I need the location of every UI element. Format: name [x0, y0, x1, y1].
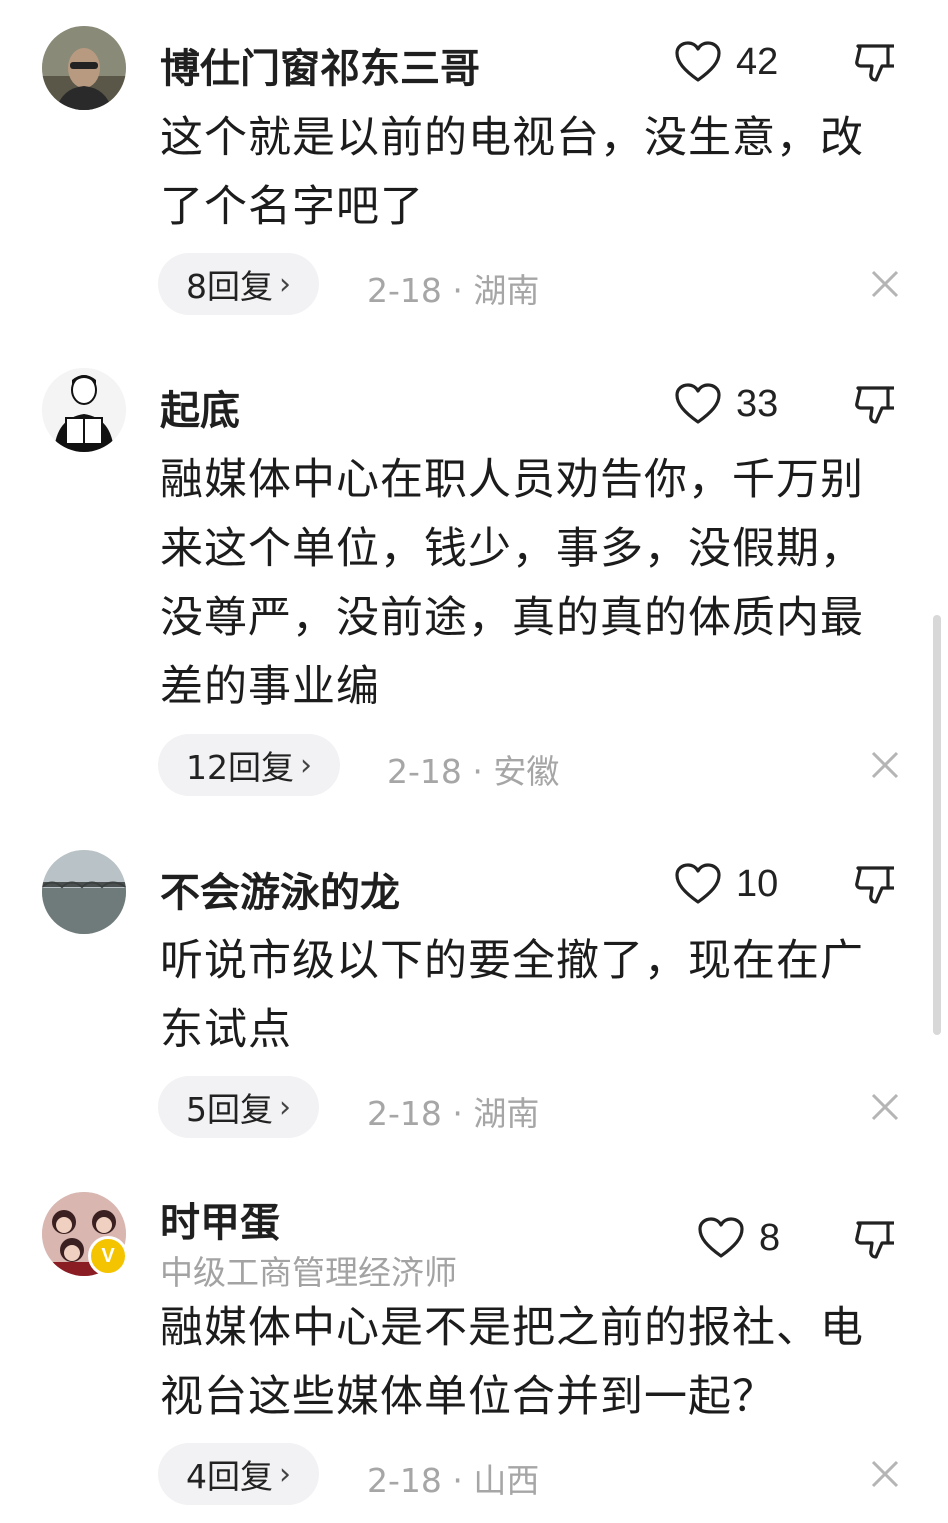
chevron-right-icon: › [279, 266, 291, 302]
like-count: 10 [736, 862, 779, 905]
reply-count: 8回复 [186, 267, 273, 306]
verified-badge-icon: V [88, 1236, 128, 1276]
reply-button[interactable]: 4回复 › [158, 1443, 319, 1505]
comment-meta: 2-18 · 安徽 [387, 752, 560, 791]
chevron-right-icon: › [300, 747, 312, 783]
bridge-landscape-avatar-icon [42, 850, 126, 934]
username[interactable]: 不会游泳的龙 [160, 860, 400, 918]
like-count: 33 [736, 382, 779, 425]
reply-count: 4回复 [186, 1457, 273, 1496]
comment-text: 这个就是以前的电视台，没生意，改了个名字吧了 [160, 113, 864, 232]
thumbs-down-icon[interactable] [852, 1215, 900, 1263]
close-icon[interactable] [870, 750, 900, 780]
reply-count: 5回复 [186, 1090, 273, 1129]
avatar[interactable] [42, 26, 126, 110]
close-icon[interactable] [870, 1459, 900, 1489]
reply-button[interactable]: 5回复 › [158, 1076, 319, 1138]
heart-outline-icon [675, 383, 721, 424]
thumbs-down-icon[interactable] [852, 38, 900, 86]
thumbs-down-icon[interactable] [852, 860, 900, 908]
person-photo-avatar-icon [42, 26, 126, 110]
comment-meta: 2-18 · 山西 [367, 1461, 540, 1500]
like-count: 8 [759, 1216, 781, 1259]
like-button[interactable]: 42 [674, 40, 778, 84]
chevron-right-icon: › [279, 1089, 291, 1125]
like-button[interactable]: 33 [674, 382, 778, 426]
reply-button[interactable]: 8回复 › [158, 253, 319, 315]
thumbs-down-icon[interactable] [852, 380, 900, 428]
reply-count: 12回复 [186, 748, 294, 787]
like-count: 42 [736, 40, 779, 83]
comment-meta: 2-18 · 湖南 [367, 1094, 540, 1133]
avatar-wrapper: V [42, 1192, 168, 1282]
avatar[interactable] [42, 850, 126, 934]
comment-text: 融媒体中心在职人员劝告你，千万别来这个单位，钱少，事多，没假期，没尊严，没前途，… [160, 455, 864, 712]
username[interactable]: 起底 [160, 378, 240, 436]
like-button[interactable]: 8 [697, 1216, 780, 1260]
avatar[interactable] [42, 368, 126, 452]
scrollbar[interactable] [933, 615, 941, 1035]
heart-outline-icon [698, 1217, 744, 1258]
heart-outline-icon [675, 863, 721, 904]
user-title: 中级工商管理经济师 [160, 1253, 457, 1292]
chevron-right-icon: › [279, 1456, 291, 1492]
like-button[interactable]: 10 [674, 862, 778, 906]
reading-man-avatar-icon [42, 368, 126, 452]
username[interactable]: 博仕门窗祁东三哥 [160, 36, 480, 94]
reply-button[interactable]: 12回复 › [158, 734, 340, 796]
comment-meta: 2-18 · 湖南 [367, 271, 540, 310]
comment-text: 听说市级以下的要全撤了，现在在广东试点 [160, 936, 864, 1055]
username[interactable]: 时甲蛋 [160, 1190, 280, 1248]
close-icon[interactable] [870, 269, 900, 299]
close-icon[interactable] [870, 1092, 900, 1122]
comment-text: 融媒体中心是不是把之前的报社、电视台这些媒体单位合并到一起？ [160, 1303, 864, 1422]
heart-outline-icon [675, 41, 721, 82]
